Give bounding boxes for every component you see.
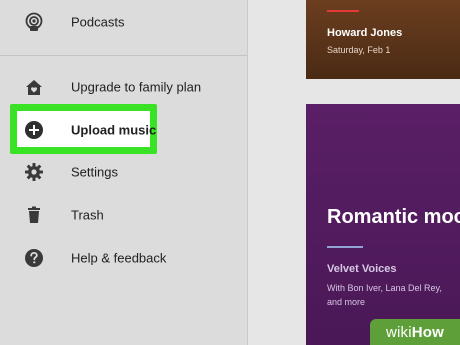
family-home-icon bbox=[24, 77, 44, 97]
wikihow-watermark: wiki How bbox=[370, 319, 460, 345]
sidebar-item-trash[interactable]: Trash bbox=[0, 195, 247, 235]
sidebar-item-upgrade-family[interactable]: Upgrade to family plan bbox=[0, 67, 247, 107]
card-accent-line bbox=[327, 10, 359, 12]
sidebar-item-label: Settings bbox=[71, 164, 118, 180]
card-subtitle: Saturday, Feb 1 bbox=[327, 45, 391, 55]
sidebar-item-podcasts[interactable]: Podcasts bbox=[0, 2, 247, 42]
sidebar-item-upload-music[interactable]: Upload music bbox=[0, 110, 247, 150]
card-artist: Velvet Voices bbox=[327, 263, 397, 275]
sidebar-nav: Podcasts Upgrade to family plan Upload m… bbox=[0, 0, 248, 345]
card-title: Romantic moo bbox=[327, 206, 460, 228]
sidebar-item-label: Trash bbox=[71, 207, 104, 223]
trash-icon bbox=[24, 205, 44, 225]
sidebar-item-label: Help & feedback bbox=[71, 250, 167, 266]
sidebar-divider bbox=[0, 55, 247, 56]
help-icon bbox=[24, 248, 44, 268]
watermark-wiki: wiki bbox=[385, 323, 412, 341]
sidebar-item-label: Upgrade to family plan bbox=[71, 79, 202, 95]
podcast-icon bbox=[24, 12, 44, 32]
card-accent-line bbox=[327, 246, 363, 248]
playlist-card-romantic-mood[interactable]: Romantic moo Velvet Voices With Bon Iver… bbox=[306, 104, 460, 345]
card-description: With Bon Iver, Lana Del Rey, and more bbox=[327, 283, 442, 307]
sidebar-item-label: Upload music bbox=[71, 122, 157, 138]
sidebar-item-help-feedback[interactable]: Help & feedback bbox=[0, 238, 247, 278]
album-card-howard-jones[interactable]: Howard Jones Saturday, Feb 1 bbox=[306, 0, 460, 79]
sidebar-item-label: Podcasts bbox=[71, 14, 125, 30]
add-circle-icon bbox=[24, 120, 44, 140]
card-title: Howard Jones bbox=[327, 27, 403, 39]
sidebar-item-settings[interactable]: Settings bbox=[0, 152, 247, 192]
watermark-how: How bbox=[411, 323, 445, 341]
gear-icon bbox=[24, 162, 44, 182]
